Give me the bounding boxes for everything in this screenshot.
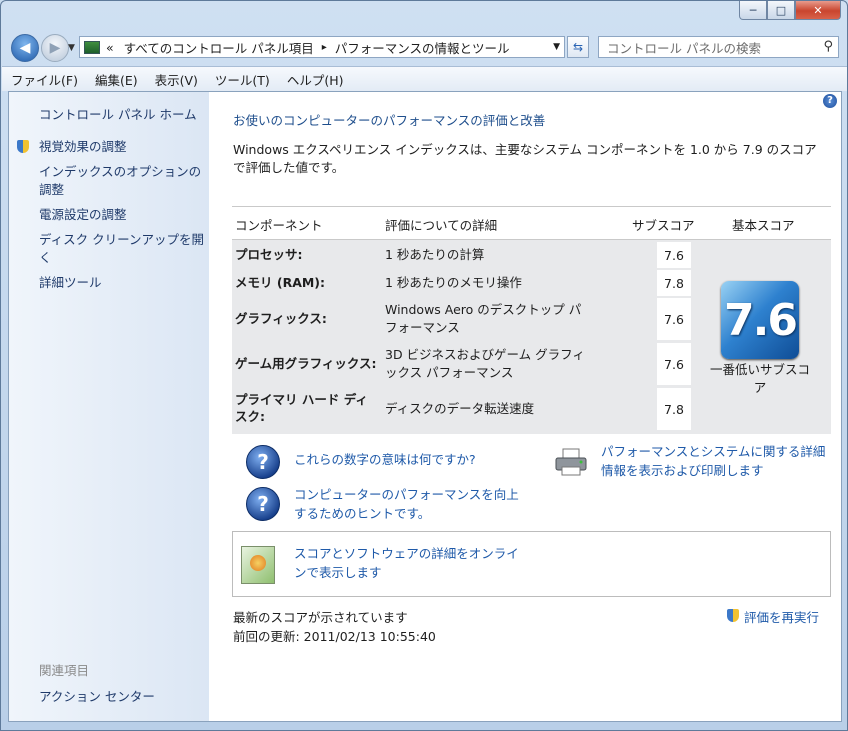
menu-tools[interactable]: ツール(T): [206, 70, 278, 89]
action-center-link[interactable]: アクション センター: [39, 686, 155, 705]
sidebar-item-visual-effects[interactable]: 視覚効果の調整: [17, 138, 204, 156]
refresh-button[interactable]: ⇆: [567, 36, 589, 58]
component-name: プライマリ ハード ディスク:: [235, 392, 368, 424]
menu-edit[interactable]: 編集(E): [86, 70, 146, 89]
address-bar[interactable]: « すべてのコントロール パネル項目 ▸ パフォーマンスの情報とツール ▼: [79, 36, 565, 58]
table-row: メモリ (RAM): 1 秒あたりのメモリ操作 7.8: [232, 270, 691, 296]
menu-file[interactable]: ファイル(F): [2, 70, 86, 89]
component-name: メモリ (RAM):: [235, 275, 326, 290]
component-detail: Windows Aero のデスクトップ パフォーマンス: [385, 302, 582, 335]
sidebar-item-label[interactable]: 詳細ツール: [39, 275, 102, 290]
sidebar-item-power[interactable]: 電源設定の調整: [39, 206, 204, 224]
last-update-text: 前回の更新: 2011/02/13 10:55:40: [233, 629, 436, 644]
menu-bar: ファイル(F) 編集(E) 表示(V) ツール(T) ヘルプ(H): [2, 66, 847, 91]
sidebar-item-disk-cleanup[interactable]: ディスク クリーンアップを開く: [39, 231, 204, 267]
related-heading: 関連項目: [39, 663, 90, 678]
table-header: コンポーネント 評価についての詳細 サブスコア 基本スコア: [232, 206, 831, 240]
sidebar-item-indexing[interactable]: インデックスのオプションの調整: [39, 163, 204, 199]
page-title: お使いのコンピューターのパフォーマンスの評価と改善: [233, 113, 546, 128]
sidebar-task-list: 視覚効果の調整 インデックスのオプションの調整 電源設定の調整 ディスク クリー…: [17, 138, 204, 299]
address-prefix[interactable]: «: [106, 40, 114, 55]
table-row: プライマリ ハード ディスク: ディスクのデータ転送速度 7.8: [232, 388, 691, 430]
header-subscore: サブスコア: [632, 218, 695, 233]
link-online-details[interactable]: スコアとソフトウェアの詳細をオンラインで表示します: [294, 544, 519, 582]
link-what-numbers-mean[interactable]: これらの数字の意味は何ですか?: [294, 450, 476, 469]
menu-view[interactable]: 表示(V): [146, 70, 206, 89]
window: ─ □ ✕ ◀ ▶ ▼ « すべてのコントロール パネル項目 ▸ パフォーマンス…: [0, 0, 848, 731]
sidebar-item-label[interactable]: 電源設定の調整: [39, 207, 127, 222]
component-detail: 3D ビジネスおよびゲーム グラフィックス パフォーマンス: [385, 347, 585, 380]
refresh-icon: ⇆: [572, 40, 584, 54]
search-input[interactable]: [605, 38, 819, 58]
window-controls: ─ □ ✕: [739, 1, 841, 20]
table-row: グラフィックス: Windows Aero のデスクトップ パフォーマンス 7.…: [232, 298, 691, 340]
component-name: ゲーム用グラフィックス:: [235, 356, 377, 371]
header-component: コンポーネント: [235, 218, 323, 233]
sidebar-item-label[interactable]: 視覚効果の調整: [39, 139, 127, 154]
back-button[interactable]: ◀: [11, 34, 39, 62]
help-question-icon: ?: [246, 487, 280, 521]
uac-shield-icon: [727, 609, 739, 622]
recent-pages-dropdown[interactable]: ▼: [68, 43, 75, 53]
base-score-caption: 一番低いサブスコア: [709, 362, 810, 395]
breadcrumb-all-items[interactable]: すべてのコントロール パネル項目: [124, 38, 314, 57]
table-row: プロセッサ: 1 秒あたりの計算 7.6: [232, 242, 691, 268]
printer-icon: [555, 448, 587, 476]
component-name: グラフィックス:: [235, 311, 327, 326]
main-panel: ? お使いのコンピューターのパフォーマンスの評価と改善 Windows エクスペ…: [209, 92, 841, 721]
address-dropdown-icon[interactable]: ▼: [553, 42, 560, 52]
software-box-icon: [241, 546, 275, 584]
forward-arrow-icon: ▶: [49, 40, 61, 56]
sidebar-home-link[interactable]: コントロール パネル ホーム: [39, 104, 197, 123]
table-body: プロセッサ: 1 秒あたりの計算 7.6 メモリ (RAM): 1 秒あたりのメ…: [232, 240, 831, 434]
help-icon[interactable]: ?: [823, 94, 837, 108]
subscore-value: 7.6: [657, 242, 691, 268]
component-detail: 1 秒あたりの計算: [385, 247, 485, 262]
score-table: コンポーネント 評価についての詳細 サブスコア 基本スコア プロセッサ: 1 秒…: [232, 206, 831, 434]
control-panel-icon: [84, 40, 100, 54]
header-basescore: 基本スコア: [732, 218, 795, 233]
search-icon[interactable]: ⚲: [823, 39, 833, 54]
status-text: 最新のスコアが示されています: [233, 610, 408, 625]
sidebar-item-label[interactable]: ディスク クリーンアップを開く: [39, 232, 204, 265]
page-description: Windows エクスペリエンス インデックスは、主要なシステム コンポーネント…: [233, 142, 817, 175]
breadcrumb-performance[interactable]: パフォーマンスの情報とツール: [335, 38, 510, 57]
subscore-value: 7.8: [657, 388, 691, 430]
navigation-bar: ◀ ▶ ▼ « すべてのコントロール パネル項目 ▸ パフォーマンスの情報とツー…: [1, 31, 847, 63]
link-print-details[interactable]: パフォーマンスとシステムに関する詳細情報を表示および印刷します: [601, 442, 833, 480]
component-detail: ディスクのデータ転送速度: [385, 401, 535, 416]
sidebar-item-advanced-tools[interactable]: 詳細ツール: [39, 274, 204, 292]
back-arrow-icon: ◀: [19, 40, 31, 56]
help-question-icon: ?: [246, 445, 280, 479]
subscore-value: 7.6: [657, 298, 691, 340]
subscore-value: 7.8: [657, 270, 691, 296]
minimize-button[interactable]: ─: [739, 1, 767, 20]
sidebar-item-label[interactable]: インデックスのオプションの調整: [39, 164, 201, 197]
rerun-label[interactable]: 評価を再実行: [744, 610, 819, 625]
search-box[interactable]: ⚲: [598, 36, 839, 58]
uac-shield-icon: [17, 140, 29, 153]
base-score-badge: 7.6: [721, 281, 799, 359]
title-bar: ─ □ ✕: [1, 1, 847, 29]
breadcrumb-separator[interactable]: ▸: [322, 42, 327, 53]
sidebar: コントロール パネル ホーム 視覚効果の調整 インデックスのオプションの調整 電…: [9, 92, 209, 721]
maximize-button[interactable]: □: [767, 1, 795, 20]
menu-help[interactable]: ヘルプ(H): [278, 70, 352, 89]
close-button[interactable]: ✕: [795, 1, 841, 20]
online-details-box: スコアとソフトウェアの詳細をオンラインで表示します: [232, 531, 831, 597]
forward-button[interactable]: ▶: [41, 34, 69, 62]
rerun-assessment-link[interactable]: 評価を再実行: [727, 607, 819, 626]
content-area: コントロール パネル ホーム 視覚効果の調整 インデックスのオプションの調整 電…: [8, 91, 842, 722]
component-name: プロセッサ:: [235, 247, 303, 262]
link-performance-tips[interactable]: コンピューターのパフォーマンスを向上するためのヒントです。: [294, 485, 519, 523]
component-detail: 1 秒あたりのメモリ操作: [385, 275, 522, 290]
header-detail: 評価についての詳細: [385, 218, 498, 233]
table-row: ゲーム用グラフィックス: 3D ビジネスおよびゲーム グラフィックス パフォーマ…: [232, 343, 691, 385]
subscore-value: 7.6: [657, 343, 691, 385]
